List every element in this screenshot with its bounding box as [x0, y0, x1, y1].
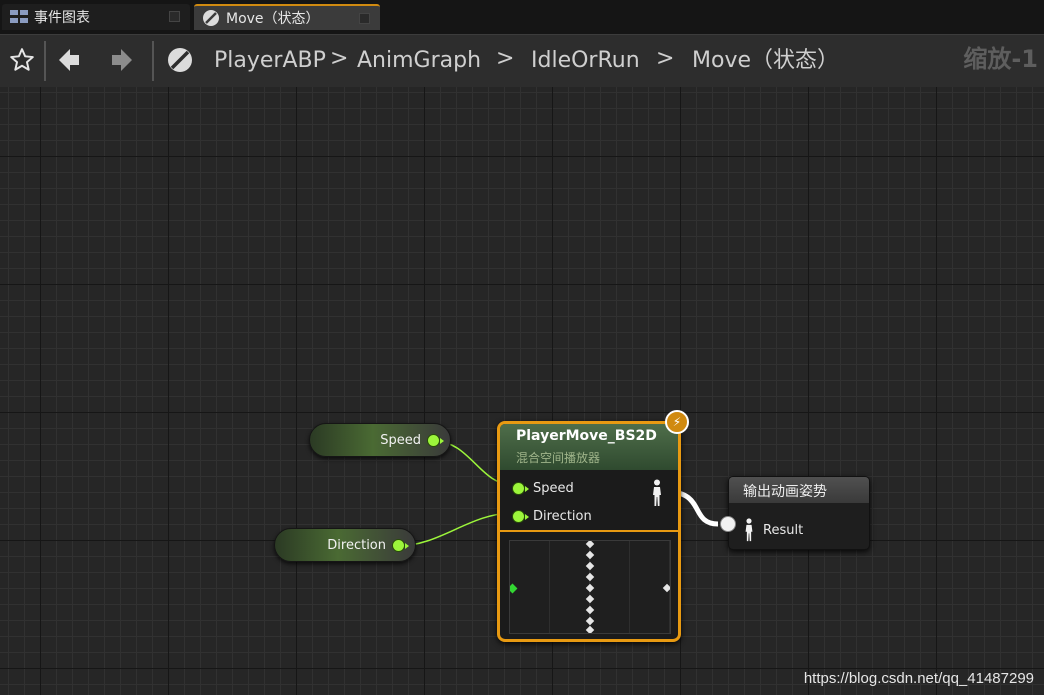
breadcrumb-separator: >	[656, 46, 675, 71]
node-subtitle: 混合空间播放器	[516, 451, 601, 465]
variable-label: Direction	[327, 537, 386, 553]
breadcrumb-item[interactable]: AnimGraph	[357, 47, 481, 75]
state-icon	[202, 9, 226, 27]
direction-variable-node[interactable]: Direction	[274, 528, 416, 562]
arrow-left-icon	[59, 49, 79, 71]
tab-event-graph[interactable]: 事件图表	[2, 4, 190, 30]
anim-graph-canvas[interactable]: Speed Direction PlayerMove_BS2D 混合空间播放器 …	[0, 87, 1044, 695]
variable-label: Speed	[380, 432, 421, 448]
breadcrumb-item[interactable]: IdleOrRun	[531, 47, 640, 75]
float-output-pin[interactable]	[427, 433, 444, 447]
document-tab-bar: 事件图表 Move（状态）	[0, 0, 1044, 34]
toolbar-separator	[44, 41, 46, 81]
blendspace-player-node[interactable]: PlayerMove_BS2D 混合空间播放器 Speed Direction	[497, 421, 681, 642]
float-output-pin[interactable]	[392, 538, 409, 552]
speed-variable-node[interactable]: Speed	[309, 423, 451, 457]
input-row-speed: Speed	[512, 481, 574, 496]
bookmark-button[interactable]	[7, 45, 37, 75]
fast-path-lightning-icon: ⚡	[665, 410, 689, 434]
node-header: 输出动画姿势	[729, 477, 869, 503]
pin-label: Result	[763, 522, 804, 538]
close-tab-icon[interactable]	[359, 13, 370, 24]
breadcrumb-separator: >	[330, 46, 349, 71]
back-button[interactable]	[54, 45, 84, 75]
node-title: PlayerMove_BS2D	[516, 428, 657, 444]
result-pin-row: Result	[743, 517, 803, 543]
breadcrumb-separator: >	[496, 46, 515, 71]
close-tab-icon[interactable]	[169, 11, 180, 22]
toolbar-separator	[152, 41, 154, 81]
state-icon	[168, 48, 192, 72]
watermark-text: https://blog.csdn.net/qq_41487299	[803, 670, 1034, 687]
breadcrumb-item[interactable]: PlayerABP	[214, 47, 326, 75]
preview-divider	[500, 530, 678, 532]
node-header: PlayerMove_BS2D 混合空间播放器	[500, 424, 678, 470]
tab-label: Move（状态）	[226, 11, 320, 27]
output-pose-node[interactable]: 输出动画姿势 Result	[720, 476, 870, 550]
graph-toolbar: PlayerABP > AnimGraph > IdleOrRun > Move…	[0, 34, 1044, 88]
input-row-direction: Direction	[512, 509, 592, 524]
pose-output-pin-icon[interactable]	[650, 479, 664, 507]
breadcrumb-item-current: Move（状态）	[692, 48, 839, 73]
pin-label: Direction	[533, 509, 592, 524]
event-graph-icon	[10, 10, 34, 24]
blendspace-preview-grid	[507, 539, 672, 635]
pose-pin-icon	[745, 518, 753, 542]
node-title: 输出动画姿势	[743, 484, 827, 500]
float-input-pin[interactable]	[512, 482, 529, 495]
tab-label: 事件图表	[34, 10, 90, 26]
state-graph-icon-button	[165, 45, 195, 75]
sample-points	[507, 539, 672, 635]
pin-label: Speed	[533, 481, 574, 496]
arrow-right-icon	[112, 49, 132, 71]
pose-input-pin[interactable]	[719, 515, 737, 533]
float-input-pin[interactable]	[512, 510, 529, 523]
star-icon	[10, 48, 34, 71]
zoom-level-label: 缩放-1	[963, 45, 1038, 73]
forward-button[interactable]	[107, 45, 137, 75]
tab-move-state[interactable]: Move（状态）	[194, 4, 380, 30]
